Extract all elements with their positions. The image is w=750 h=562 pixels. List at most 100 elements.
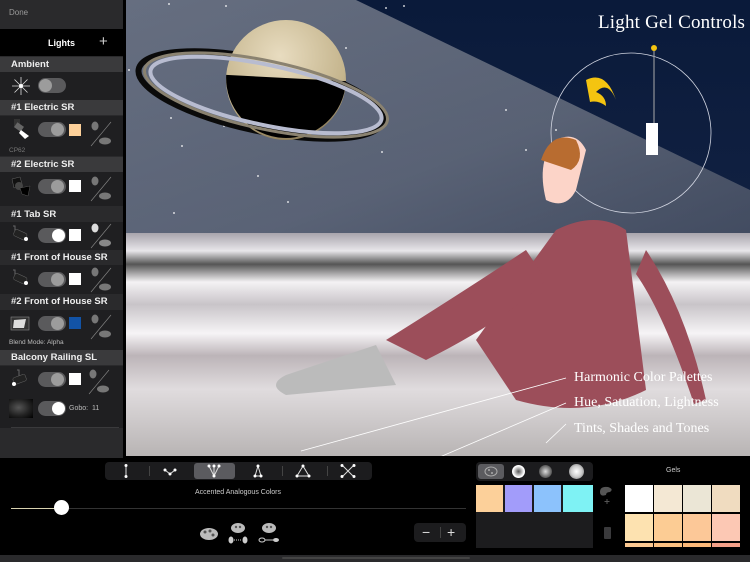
bulb-palette-icon[interactable]	[89, 313, 113, 341]
harmony-accented-analogous-button[interactable]	[194, 463, 235, 479]
harmony-split-button[interactable]	[150, 463, 191, 479]
light-title-foh-2: #2 Front of House SR	[0, 294, 123, 309]
ellipsoidal-icon[interactable]	[10, 224, 32, 246]
spot-hard-icon[interactable]	[512, 465, 525, 478]
spot-glow-icon[interactable]	[569, 464, 584, 479]
gobo-toggle[interactable]	[38, 401, 66, 416]
palette-color-swatch[interactable]	[505, 485, 532, 512]
harmony-triad-narrow-button[interactable]	[238, 463, 279, 479]
harmony-triad-button[interactable]	[283, 463, 324, 479]
ellipsoidal-icon[interactable]	[9, 368, 31, 390]
gel-swatch[interactable]	[69, 229, 81, 241]
harmony-complementary-button[interactable]	[106, 463, 147, 479]
palette-color-swatch[interactable]	[534, 485, 561, 512]
lights-header: Lights +	[0, 29, 123, 56]
palette-view-segmented-control	[476, 462, 593, 481]
gel-swatch[interactable]	[625, 514, 653, 541]
balcony-toggle[interactable]	[38, 372, 66, 387]
stage-canvas[interactable]: Light Gel Controls Harmonic Color Palett…	[126, 0, 750, 456]
bulb-palette-icon[interactable]	[89, 266, 113, 294]
bulb-palette-icon[interactable]	[89, 175, 113, 203]
electric-1-toggle[interactable]	[38, 122, 66, 137]
hue-slider-knob[interactable]	[54, 500, 70, 515]
home-indicator[interactable]	[282, 557, 470, 559]
home-bar	[0, 555, 750, 562]
toggle-knob	[51, 123, 64, 136]
foh-1-toggle[interactable]	[38, 272, 66, 287]
toggle-knob	[39, 79, 52, 92]
gel-swatch[interactable]	[712, 485, 740, 512]
electric-2-toggle[interactable]	[38, 179, 66, 194]
light-row-electric-1: CP62	[0, 116, 123, 156]
palette-color-swatch[interactable]	[476, 485, 503, 512]
light-row-foh-2: Blend Mode: Alpha	[0, 310, 123, 350]
light-title-foh-1: #1 Front of House SR	[0, 250, 123, 265]
palette-to-gobo-icon[interactable]	[258, 522, 280, 546]
gel-swatch[interactable]	[712, 514, 740, 541]
annotation-harmonic: Harmonic Color Palettes	[574, 370, 713, 385]
light-title-electric-1: #1 Electric SR	[0, 100, 123, 115]
lights-sidebar: Done Lights + Ambient #1 Electric SR CP6…	[0, 0, 123, 458]
light-title-ambient: Ambient	[0, 57, 123, 72]
gel-swatch[interactable]	[69, 373, 81, 385]
bulb-palette-icon[interactable]	[89, 120, 113, 148]
foh-2-toggle[interactable]	[38, 316, 66, 331]
gel-swatch[interactable]	[654, 485, 682, 512]
gel-swatch[interactable]	[69, 273, 81, 285]
gel-swatch[interactable]	[69, 317, 81, 329]
bulb-palette-icon[interactable]	[89, 222, 113, 250]
ambient-toggle[interactable]	[38, 78, 66, 93]
gel-swatch[interactable]	[683, 485, 711, 512]
gel-swatch[interactable]	[625, 485, 653, 512]
floodlight-icon[interactable]	[9, 313, 31, 335]
gel-swatch[interactable]	[654, 543, 682, 547]
palette-icon[interactable]	[199, 526, 219, 542]
ellipsoidal-icon[interactable]	[10, 268, 32, 290]
gels-label: Gels	[666, 467, 681, 474]
add-light-button[interactable]: +	[99, 33, 108, 50]
palette-tab-button[interactable]	[478, 464, 504, 479]
gel-code-label: CP62	[9, 147, 26, 154]
gel-swatch[interactable]	[69, 180, 81, 192]
split-icon	[163, 468, 177, 476]
add-palette-icon[interactable]	[598, 485, 616, 505]
spotlight-icon[interactable]	[11, 118, 33, 140]
light-row-balcony: Gobo: 11	[0, 366, 123, 428]
palette-tab-icon	[484, 466, 498, 477]
gobo-thumbnail[interactable]	[9, 399, 33, 418]
light-row-ambient	[0, 72, 123, 100]
increment-button[interactable]: +	[447, 524, 455, 540]
gel-swatch[interactable]	[683, 543, 711, 547]
toggle-knob	[52, 402, 65, 415]
harmony-tetrad-button[interactable]	[328, 463, 369, 479]
hue-slider-track[interactable]	[11, 508, 466, 509]
scheme-name-label: Accented Analogous Colors	[195, 489, 281, 496]
stage-illustration	[126, 0, 750, 456]
divider	[440, 527, 441, 538]
gel-swatch[interactable]	[625, 543, 653, 547]
spot-soft-icon[interactable]	[539, 465, 552, 478]
light-row-electric-2	[0, 172, 123, 206]
done-button[interactable]: Done	[0, 0, 123, 26]
trash-icon[interactable]	[604, 527, 611, 539]
decrement-button[interactable]: −	[422, 524, 430, 540]
gobo-value: 11	[92, 405, 100, 412]
gel-swatch[interactable]	[69, 124, 81, 136]
light-row-tab-1	[0, 222, 123, 250]
tab-1-toggle[interactable]	[38, 228, 66, 243]
annotation-tints: Tints, Shades and Tones	[574, 421, 710, 436]
toggle-knob	[51, 180, 64, 193]
gel-swatch[interactable]	[712, 543, 740, 547]
annotation-hsl: Hue, Satuation, Lightness	[574, 395, 719, 410]
app-root: Done Lights + Ambient #1 Electric SR CP6…	[0, 0, 750, 562]
gel-swatch[interactable]	[683, 514, 711, 541]
gel-swatch[interactable]	[654, 514, 682, 541]
toggle-knob	[51, 273, 64, 286]
tetrad-icon	[340, 464, 356, 478]
starburst-icon	[12, 77, 30, 95]
palette-color-swatch[interactable]	[563, 485, 593, 512]
fresnel-barndoor-icon[interactable]	[10, 176, 32, 198]
palette-to-light-icon[interactable]	[227, 522, 249, 546]
bulb-palette-icon[interactable]	[87, 368, 111, 396]
color-palette	[476, 485, 593, 548]
